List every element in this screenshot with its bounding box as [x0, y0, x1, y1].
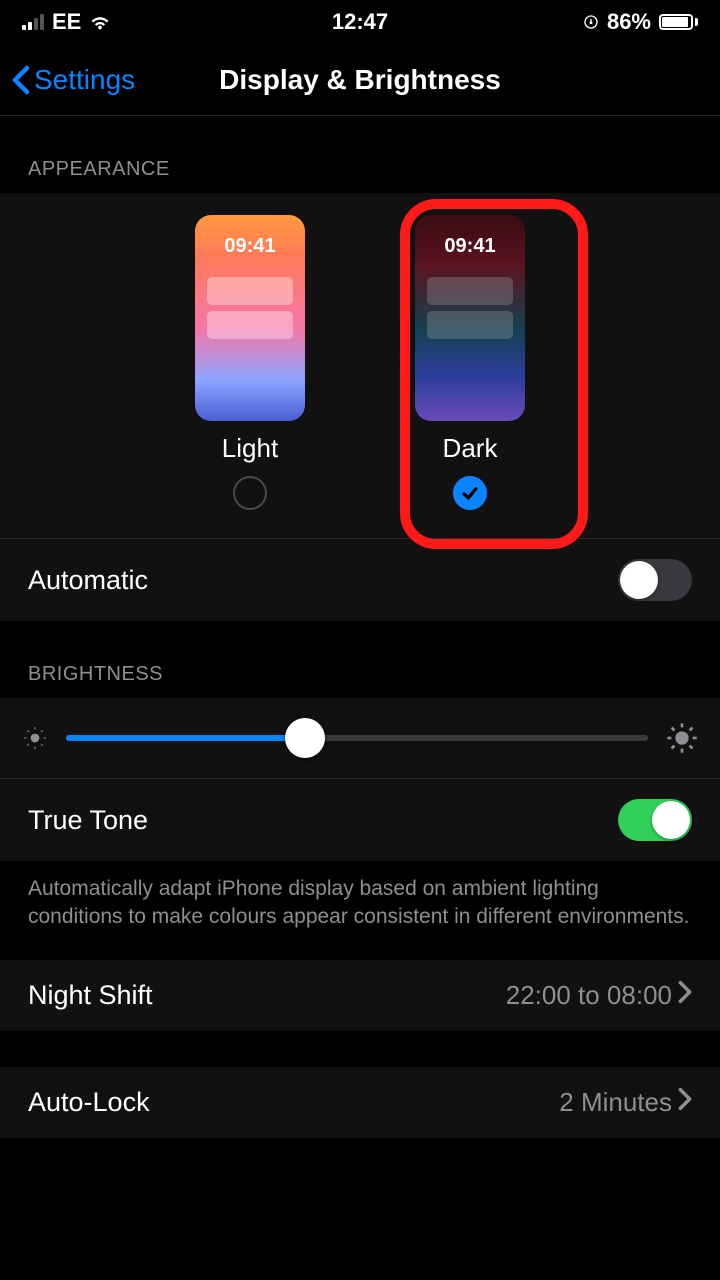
automatic-row: Automatic — [0, 539, 720, 621]
checkmark-icon — [460, 483, 480, 503]
light-preview: 09:41 — [195, 215, 305, 421]
night-shift-label: Night Shift — [28, 980, 153, 1011]
page-title: Display & Brightness — [219, 64, 501, 96]
appearance-header: APPEARANCE — [0, 116, 720, 193]
preview-time: 09:41 — [195, 235, 305, 258]
status-bar: EE 12:47 86% — [0, 0, 720, 44]
appearance-option-dark[interactable]: 09:41 Dark — [415, 215, 525, 510]
nav-bar: Settings Display & Brightness — [0, 44, 720, 116]
appearance-option-light[interactable]: 09:41 Light — [195, 215, 305, 510]
sun-large-icon — [666, 722, 698, 754]
battery-icon — [659, 14, 698, 30]
light-label: Light — [222, 433, 278, 464]
back-label: Settings — [34, 64, 135, 96]
true-tone-row: True Tone — [0, 778, 720, 861]
back-button[interactable]: Settings — [12, 64, 135, 96]
status-time: 12:47 — [332, 9, 388, 35]
rotation-lock-icon — [583, 14, 599, 30]
true-tone-description: Automatically adapt iPhone display based… — [0, 861, 720, 960]
light-radio[interactable] — [233, 476, 267, 510]
preview-time: 09:41 — [415, 235, 525, 258]
automatic-label: Automatic — [28, 565, 148, 596]
auto-lock-value: 2 Minutes — [559, 1087, 672, 1118]
auto-lock-label: Auto-Lock — [28, 1087, 150, 1118]
carrier-label: EE — [52, 9, 81, 35]
battery-percent: 86% — [607, 9, 651, 35]
chevron-right-icon — [678, 1087, 692, 1118]
brightness-slider[interactable] — [66, 735, 648, 741]
sun-small-icon — [22, 725, 48, 751]
chevron-right-icon — [678, 980, 692, 1011]
dark-preview: 09:41 — [415, 215, 525, 421]
brightness-slider-row — [0, 698, 720, 778]
dark-radio[interactable] — [453, 476, 487, 510]
dark-label: Dark — [443, 433, 498, 464]
brightness-slider-thumb[interactable] — [285, 718, 325, 758]
brightness-header: BRIGHTNESS — [0, 621, 720, 698]
true-tone-label: True Tone — [28, 805, 148, 836]
cellular-signal-icon — [22, 14, 44, 30]
true-tone-toggle[interactable] — [618, 799, 692, 841]
night-shift-row[interactable]: Night Shift 22:00 to 08:00 — [0, 960, 720, 1031]
wifi-icon — [89, 11, 111, 33]
auto-lock-row[interactable]: Auto-Lock 2 Minutes — [0, 1067, 720, 1138]
night-shift-value: 22:00 to 08:00 — [506, 980, 672, 1011]
automatic-toggle[interactable] — [618, 559, 692, 601]
chevron-left-icon — [12, 65, 30, 95]
